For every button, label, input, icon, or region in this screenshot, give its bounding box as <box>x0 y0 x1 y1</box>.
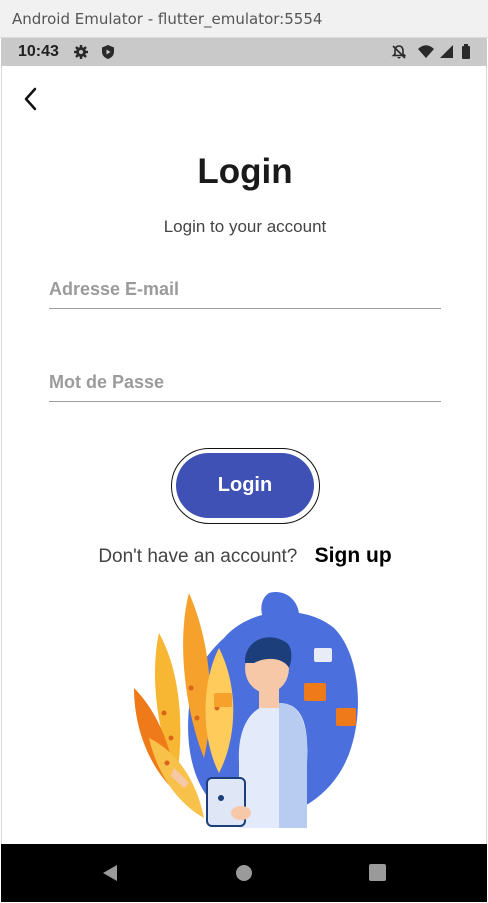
email-field[interactable] <box>49 271 441 308</box>
page-title: Login <box>197 152 293 191</box>
battery-icon <box>462 44 470 59</box>
login-button-frame: Login <box>171 448 320 524</box>
login-screen: Login Login to your account Login Don't … <box>1 66 487 844</box>
email-field-container <box>49 271 441 309</box>
wifi-icon <box>418 45 434 58</box>
gear-icon <box>74 45 88 59</box>
login-button[interactable]: Login <box>176 453 314 518</box>
chevron-left-icon[interactable] <box>18 86 44 112</box>
emulator-title-bar: Android Emulator - flutter_emulator:5554 <box>0 0 488 38</box>
signup-row: Don't have an account? Sign up <box>2 544 488 568</box>
signal-icon <box>440 45 453 58</box>
android-nav-bar <box>1 844 487 902</box>
password-field[interactable] <box>49 364 441 401</box>
recents-square-icon[interactable] <box>369 864 386 881</box>
signup-link[interactable]: Sign up <box>315 544 392 567</box>
emulator-title: Android Emulator - flutter_emulator:5554 <box>12 10 323 28</box>
back-triangle-icon[interactable] <box>101 864 119 882</box>
notifications-off-icon <box>391 45 407 59</box>
person-with-tablet-illustration <box>134 592 358 828</box>
page-subtitle: Login to your account <box>163 217 327 236</box>
status-time: 10:43 <box>18 43 59 60</box>
status-bar: 10:43 <box>1 38 487 66</box>
shield-play-icon <box>102 45 114 59</box>
signup-prompt: Don't have an account? <box>98 546 298 567</box>
password-field-container <box>49 364 441 402</box>
home-circle-icon[interactable] <box>235 864 253 882</box>
